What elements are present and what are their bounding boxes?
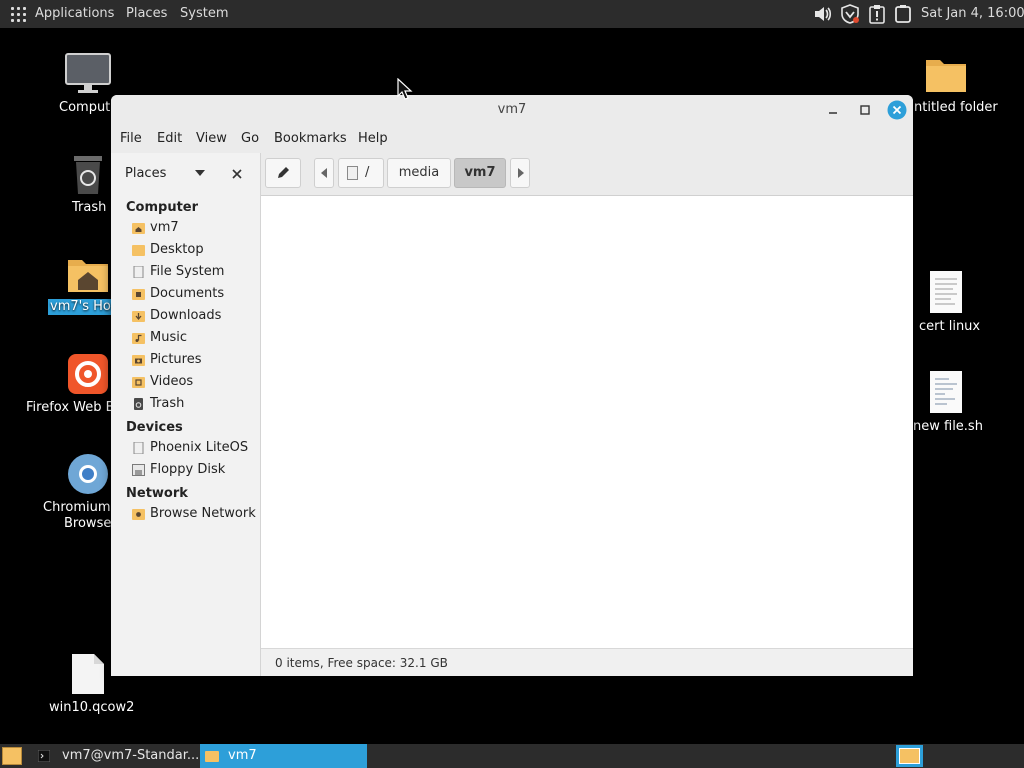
menu-view[interactable]: View: [196, 125, 227, 153]
sidebar-item-pictures[interactable]: Pictures: [132, 349, 260, 371]
desktop-label: ntitled folder: [914, 100, 998, 115]
sidebar-item-trash[interactable]: Trash: [132, 393, 260, 415]
close-button[interactable]: [887, 100, 907, 120]
firefox-icon: [68, 354, 108, 394]
volume-icon[interactable]: [813, 4, 833, 24]
downloads-folder-icon: [132, 311, 145, 322]
text-file-icon: [930, 271, 962, 313]
menu-bookmarks[interactable]: Bookmarks: [274, 125, 347, 153]
places-sidebar: Places Computer vm7 Desktop File System …: [111, 153, 261, 676]
file-view[interactable]: [261, 196, 913, 648]
top-panel: Applications Places System Sat Jan 4, 16…: [0, 0, 1024, 28]
desktop-label: win10.qcow2: [49, 700, 135, 715]
videos-folder-icon: [132, 377, 145, 388]
path-segment-vm7-active[interactable]: vm7: [454, 158, 506, 188]
clipboard-alert-icon[interactable]: [867, 4, 887, 24]
shield-update-icon[interactable]: [840, 4, 860, 24]
sidebar-section-computer: Computer: [126, 200, 199, 215]
floppy-disk-icon: [132, 464, 145, 476]
places-selector[interactable]: Places: [125, 153, 166, 195]
file-icon: [72, 654, 104, 694]
drive-icon: [347, 166, 358, 180]
show-desktop-button[interactable]: [2, 747, 22, 765]
sidebar-item-music[interactable]: Music: [132, 327, 260, 349]
desktop-label: Trash: [72, 200, 107, 215]
sidebar-item-downloads[interactable]: Downloads: [132, 305, 260, 327]
taskbar-item-terminal[interactable]: vm7@vm7-Standar...: [30, 744, 199, 768]
chevron-down-icon[interactable]: [194, 169, 206, 177]
drive-icon: [133, 266, 144, 278]
menu-edit[interactable]: Edit: [157, 125, 182, 153]
edit-location-button[interactable]: [265, 158, 301, 188]
mouse-cursor-icon: [397, 78, 413, 100]
network-folder-icon: [132, 509, 145, 520]
home-folder-icon: [68, 260, 108, 292]
documents-folder-icon: [132, 289, 145, 300]
folder-icon: [205, 751, 219, 762]
chevron-right-icon: [518, 168, 524, 178]
path-segment-media[interactable]: media: [387, 158, 451, 188]
sidebar-item-videos[interactable]: Videos: [132, 371, 260, 393]
taskbar-item-vm7-active[interactable]: vm7: [200, 744, 367, 768]
bottom-panel: vm7@vm7-Standar... vm7: [0, 744, 1024, 768]
pencil-icon: [278, 167, 289, 178]
sidebar-section-devices: Devices: [126, 420, 183, 435]
music-folder-icon: [132, 333, 145, 344]
trash-icon: [74, 156, 102, 194]
sidebar-item-browse-network[interactable]: Browse Network: [132, 503, 260, 525]
desktop-label-line2: Browser: [64, 516, 117, 531]
clock[interactable]: Sat Jan 4, 16:00: [921, 0, 1024, 28]
sidebar-item-phoenix-liteos[interactable]: Phoenix LiteOS: [132, 437, 260, 459]
chevron-left-icon: [321, 168, 327, 178]
folder-icon: [132, 245, 145, 256]
pictures-folder-icon: [132, 355, 145, 366]
places-header: Places: [111, 153, 260, 195]
terminal-icon: [38, 750, 50, 762]
home-folder-icon: [132, 223, 145, 234]
sidebar-item-vm7[interactable]: vm7: [132, 217, 260, 239]
sidebar-item-desktop[interactable]: Desktop: [132, 239, 260, 261]
desktop-icon-new-file-sh[interactable]: new file.sh: [902, 370, 1002, 440]
trash-icon: [134, 398, 143, 410]
drive-icon: [133, 442, 144, 454]
applications-grid-icon[interactable]: [11, 7, 26, 22]
path-toolbar: / media vm7: [261, 153, 913, 196]
maximize-button[interactable]: [856, 101, 874, 119]
file-manager-window[interactable]: vm7 File Edit View Go Bookmarks Help Pla…: [111, 95, 913, 676]
system-menu[interactable]: System: [180, 0, 228, 28]
computer-icon: [65, 53, 111, 93]
desktop-icon-untitled-folder[interactable]: ntitled folder: [902, 52, 1002, 122]
path-segment-root[interactable]: /: [338, 158, 384, 188]
sidebar-section-network: Network: [126, 486, 188, 501]
battery-icon[interactable]: [893, 4, 913, 24]
desktop-label: new file.sh: [913, 419, 983, 434]
places-menu[interactable]: Places: [126, 0, 167, 28]
window-titlebar[interactable]: vm7: [111, 95, 913, 125]
sidebar-item-floppy-disk[interactable]: Floppy Disk: [132, 459, 260, 481]
sidebar-item-file-system[interactable]: File System: [132, 261, 260, 283]
desktop-label: cert linux: [919, 319, 981, 334]
menu-file[interactable]: File: [120, 125, 142, 153]
close-sidebar-icon[interactable]: [232, 169, 242, 179]
minimize-button[interactable]: [824, 101, 842, 119]
sidebar-item-documents[interactable]: Documents: [132, 283, 260, 305]
menu-go[interactable]: Go: [241, 125, 259, 153]
chromium-icon: [68, 454, 108, 494]
status-text: 0 items, Free space: 32.1 GB: [275, 656, 448, 670]
menu-bar: File Edit View Go Bookmarks Help: [111, 125, 913, 153]
path-back-button[interactable]: [314, 158, 334, 188]
window-title: vm7: [497, 102, 527, 117]
path-forward-button[interactable]: [510, 158, 530, 188]
workspace-switcher[interactable]: [896, 745, 923, 767]
desktop-label: Compute: [59, 100, 119, 115]
desktop-icon-cert-linux[interactable]: cert linux: [902, 270, 1002, 340]
menu-help[interactable]: Help: [358, 125, 388, 153]
status-bar: 0 items, Free space: 32.1 GB: [261, 648, 913, 676]
folder-icon: [926, 60, 966, 92]
script-file-icon: [930, 371, 962, 413]
desktop-label: Firefox Web B: [26, 400, 115, 415]
applications-menu[interactable]: Applications: [35, 0, 114, 28]
